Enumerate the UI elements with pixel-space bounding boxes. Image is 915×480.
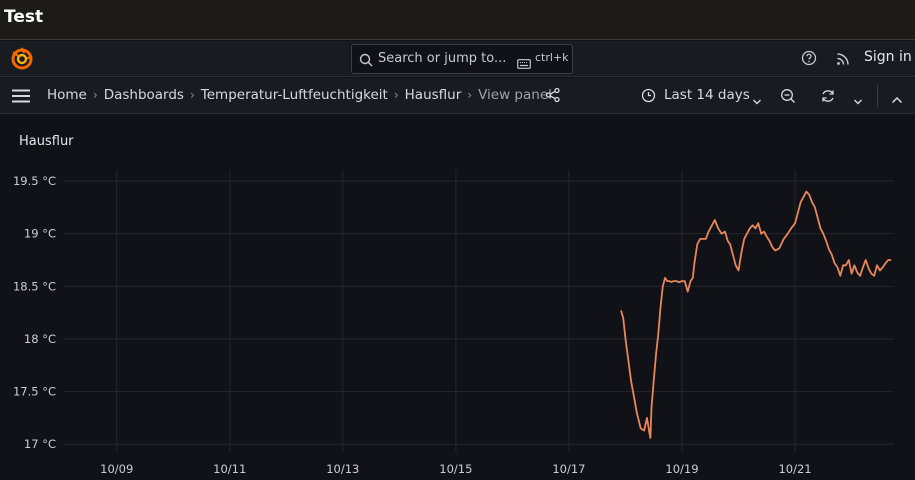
rss-icon[interactable] [836, 51, 850, 70]
x-tick-label: 10/13 [326, 462, 359, 476]
breadcrumb-home[interactable]: Home [47, 87, 87, 103]
window-titlebar: Test [0, 0, 915, 40]
y-tick-label: 18.5 °C [13, 279, 56, 293]
chevron-down-icon[interactable] [853, 91, 863, 110]
x-tick-label: 10/21 [778, 462, 811, 476]
time-range-picker[interactable]: Last 14 days [664, 87, 750, 103]
chevron-down-icon[interactable] [752, 91, 762, 110]
panel-title: Hausflur [19, 134, 74, 149]
search-shortcut: ctrl+k [535, 51, 569, 64]
x-tick-label: 10/15 [439, 462, 472, 476]
menu-icon[interactable] [11, 88, 31, 108]
search-input[interactable]: Search or jump to... ctrl+k [351, 44, 573, 74]
zoom-out-icon[interactable] [780, 88, 796, 108]
top-navbar: Search or jump to... ctrl+k Sign in [0, 41, 915, 77]
refresh-icon[interactable] [820, 88, 836, 108]
y-tick-label: 19 °C [24, 227, 56, 241]
breadcrumb-view-panel: View panel [478, 87, 552, 103]
chevron-right-icon: › [393, 88, 399, 102]
toolbar-divider [877, 85, 878, 107]
breadcrumb-dashboard[interactable]: Temperatur-Luftfeuchtigkeit [201, 87, 388, 103]
help-icon[interactable] [801, 50, 817, 70]
series-line [620, 190, 892, 439]
clock-icon [641, 88, 656, 107]
grafana-logo-icon[interactable] [10, 47, 34, 71]
search-icon [359, 52, 373, 71]
breadcrumb-panel[interactable]: Hausflur [405, 87, 462, 103]
chevron-right-icon: › [467, 88, 473, 102]
search-placeholder: Search or jump to... [378, 51, 507, 66]
x-tick-label: 10/17 [552, 462, 585, 476]
chevron-right-icon: › [189, 88, 195, 102]
y-tick-label: 19.5 °C [13, 174, 56, 188]
share-icon[interactable] [545, 87, 561, 107]
window-title: Test [4, 7, 44, 27]
breadcrumb: Home › Dashboards › Temperatur-Luftfeuchtigk… [47, 87, 552, 103]
y-tick-label: 17 °C [24, 437, 56, 451]
chevron-right-icon: › [92, 88, 98, 102]
breadcrumb-dashboards[interactable]: Dashboards [104, 87, 184, 103]
x-tick-label: 10/19 [665, 462, 698, 476]
y-tick-label: 18 °C [24, 332, 56, 346]
y-tick-label: 17.5 °C [13, 385, 56, 399]
x-tick-label: 10/11 [213, 462, 246, 476]
x-tick-label: 10/09 [100, 462, 133, 476]
sign-in-link[interactable]: Sign in [864, 49, 912, 65]
chevron-up-icon[interactable] [891, 90, 903, 109]
time-series-chart[interactable]: 17 °C 17.5 °C 18 °C 18.5 °C 19 °C 19.5 °C 10/0… [0, 160, 915, 480]
keyboard-icon [517, 54, 531, 73]
breadcrumb-bar: Home › Dashboards › Temperatur-Luftfeuchtigk… [0, 78, 915, 114]
